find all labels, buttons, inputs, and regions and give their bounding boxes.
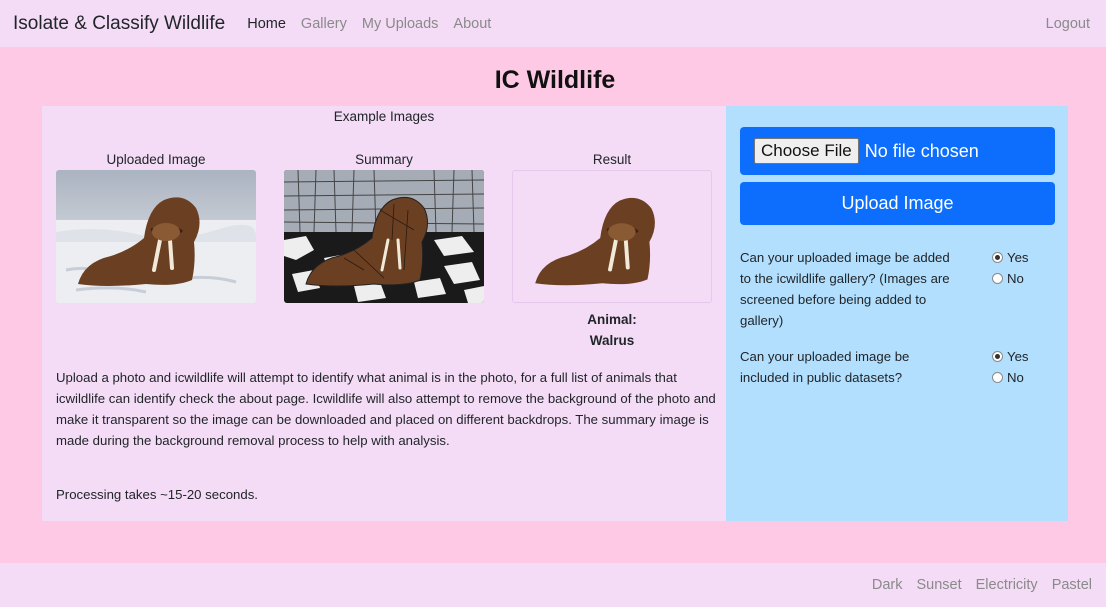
dataset-no-label: No [1007,370,1024,385]
nav-my-uploads[interactable]: My Uploads [362,16,439,32]
no-file-text: No file chosen [864,140,979,161]
result-image-label: Result [592,152,632,167]
nav-about[interactable]: About [453,16,491,32]
dataset-options: Yes No [992,346,1029,388]
gallery-yes-label: Yes [1007,250,1029,265]
summary-image-label: Summary [355,152,413,167]
brand-link[interactable]: Isolate & Classify Wildlife [13,13,225,35]
result-image-column: Result Animal: Walrus [512,151,712,351]
gallery-no-label: No [1007,271,1024,286]
theme-sunset[interactable]: Sunset [916,577,961,593]
examples-panel: Example Images Uploaded Image Summary Re… [42,106,726,521]
navbar: Isolate & Classify Wildlife Home Gallery… [0,0,1106,47]
dataset-question: Can your uploaded image be included in p… [740,349,910,385]
animal-name: Walrus [589,333,635,348]
dataset-no-option[interactable]: No [992,367,1029,388]
dataset-yes-radio[interactable] [992,351,1003,362]
dataset-yes-label: Yes [1007,349,1029,364]
nav-gallery[interactable]: Gallery [301,16,347,32]
logout-link[interactable]: Logout [1046,16,1090,32]
footer: Dark Sunset Electricity Pastel [0,563,1106,607]
summary-image-column: Summary [284,151,484,303]
upload-panel: Choose File No file chosen Upload Image … [726,106,1068,521]
result-walrus-image [512,170,712,303]
examples-heading: Example Images [333,109,435,124]
nav-home[interactable]: Home [247,16,286,32]
dataset-yes-option[interactable]: Yes [992,346,1029,367]
uploaded-image-column: Uploaded Image [56,151,256,303]
choose-file-button[interactable]: Choose File [754,138,859,164]
gallery-yes-radio[interactable] [992,252,1003,263]
page-title: IC Wildlife [494,66,616,94]
file-input[interactable]: Choose File No file chosen [740,127,1055,175]
dataset-no-radio[interactable] [992,372,1003,383]
gallery-question: Can your uploaded image be added to the … [740,250,950,328]
uploaded-image-label: Uploaded Image [106,152,206,167]
gallery-options: Yes No [992,247,1029,289]
uploaded-walrus-image [56,170,256,303]
theme-pastel[interactable]: Pastel [1052,577,1092,593]
theme-electricity[interactable]: Electricity [976,577,1038,593]
gallery-no-option[interactable]: No [992,268,1029,289]
gallery-no-radio[interactable] [992,273,1003,284]
processing-note: Processing takes ~15-20 seconds. [56,487,258,502]
summary-walrus-image [284,170,484,303]
animal-result: Animal: Walrus [512,309,712,351]
animal-prefix: Animal: [587,312,637,327]
theme-dark[interactable]: Dark [872,577,903,593]
upload-image-button[interactable]: Upload Image [740,182,1055,225]
description-text: Upload a photo and icwildlife will attem… [56,370,716,448]
gallery-yes-option[interactable]: Yes [992,247,1029,268]
